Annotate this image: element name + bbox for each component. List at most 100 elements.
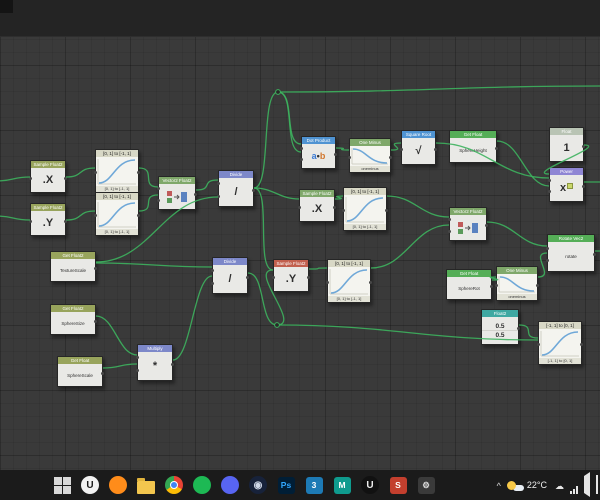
firefox-icon[interactable] <box>106 473 130 497</box>
onedrive-icon[interactable]: ☁ <box>555 476 564 494</box>
system-tray[interactable]: ^ 22°C ☁ <box>497 470 598 500</box>
unreal-icon[interactable]: U <box>358 473 382 497</box>
output-port[interactable] <box>434 148 437 151</box>
substance-painter-icon[interactable]: S <box>386 473 410 497</box>
node-remap-mid-bottom[interactable]: [0, 1] to [-1, 1] [0, 1] to [-1, 1] <box>326 259 372 303</box>
node-float2-half[interactable]: Float2 0.5 0.5 <box>481 309 520 345</box>
node-multiply[interactable]: Multiply * <box>136 344 174 381</box>
node-sphere-height[interactable]: Get Float SphereHeight <box>449 130 498 163</box>
node-power[interactable]: Power x <box>548 167 585 202</box>
settings-icon[interactable]: ⚙ <box>414 473 438 497</box>
network-icon[interactable] <box>570 486 578 494</box>
input-port[interactable] <box>300 147 303 150</box>
node-remap-mid-top[interactable]: [0, 1] to [-1, 1] [0, 1] to [-1, 1] <box>342 187 388 231</box>
windows-taskbar[interactable]: ^ 22°C ☁ U ◉ Ps 3 M U S ⚙ <box>0 470 600 500</box>
input-port[interactable] <box>548 190 551 193</box>
input-port[interactable] <box>495 284 498 287</box>
volume-icon[interactable] <box>584 472 590 497</box>
input-port[interactable] <box>217 182 220 185</box>
tray-icons[interactable]: ☁ <box>555 472 598 497</box>
output-port[interactable] <box>307 276 310 279</box>
input-port[interactable] <box>136 369 139 372</box>
output-port[interactable] <box>252 189 255 192</box>
output-port[interactable] <box>333 206 336 209</box>
node-sphere-size[interactable]: Get Float2 SphereSize <box>50 304 97 335</box>
input-port[interactable] <box>546 259 549 262</box>
input-port[interactable] <box>29 220 32 223</box>
output-port[interactable] <box>246 276 249 279</box>
maya-icon[interactable]: M <box>330 473 354 497</box>
node-float-one[interactable]: Float 1 <box>549 127 585 162</box>
node-one-minus-top[interactable]: One Minus oneminus <box>348 138 392 173</box>
input-port[interactable] <box>272 276 275 279</box>
input-port[interactable] <box>448 218 451 221</box>
input-port[interactable] <box>400 148 403 151</box>
input-port[interactable] <box>326 281 329 284</box>
node-rotate-vec2[interactable]: Rotate Vec2 rotate <box>546 234 596 272</box>
input-port[interactable] <box>546 247 549 250</box>
input-port[interactable] <box>342 209 345 212</box>
action-center-icon[interactable] <box>596 475 598 494</box>
node-sample-x-mid[interactable]: Sample Float2 .X <box>298 189 336 222</box>
app-menu-icon[interactable] <box>0 0 13 13</box>
output-port[interactable] <box>385 209 388 212</box>
node-remap-left-top[interactable]: [0, 1] to [-1, 1] [0, 1] to [-1, 1] <box>94 149 140 193</box>
output-port[interactable] <box>485 224 488 227</box>
output-port[interactable] <box>94 320 97 323</box>
input-port[interactable] <box>157 199 160 202</box>
node-remap-right[interactable]: [-1, 1] to [0, 1] [-1, 1] to [0, 1] <box>537 321 583 365</box>
node-remap-left-bottom[interactable]: [0, 1] to [-1, 1] [0, 1] to [-1, 1] <box>94 192 140 236</box>
node-append-right[interactable]: Vector2 Float2 <box>448 207 488 241</box>
spotify-icon[interactable] <box>190 473 214 497</box>
weather-widget[interactable]: 22°C <box>506 480 547 491</box>
input-port[interactable] <box>548 179 551 182</box>
node-sphere-rotation[interactable]: Get Float SphereRot <box>446 269 493 300</box>
input-port[interactable] <box>348 156 351 159</box>
input-port[interactable] <box>298 206 301 209</box>
output-port[interactable] <box>171 363 174 366</box>
output-port[interactable] <box>137 171 140 174</box>
node-divide-bottom[interactable]: Divide / <box>211 257 249 294</box>
input-port[interactable] <box>300 158 303 161</box>
input-port[interactable] <box>157 187 160 190</box>
output-port[interactable] <box>94 267 97 270</box>
output-port[interactable] <box>137 214 140 217</box>
output-port[interactable] <box>517 327 520 330</box>
photoshop-icon[interactable]: Ps <box>274 473 298 497</box>
output-port[interactable] <box>64 220 67 223</box>
chrome-icon[interactable] <box>162 473 186 497</box>
node-sample-x-left[interactable]: Sample Float2 .X <box>29 160 67 193</box>
input-port[interactable] <box>217 195 220 198</box>
input-port[interactable] <box>94 171 97 174</box>
output-port[interactable] <box>536 284 539 287</box>
file-explorer-icon[interactable] <box>134 473 158 497</box>
output-port[interactable] <box>495 147 498 150</box>
node-sample-y-mid[interactable]: Sample Float2 .Y <box>272 259 310 292</box>
output-port[interactable] <box>101 372 104 375</box>
input-port[interactable] <box>448 230 451 233</box>
output-port[interactable] <box>582 145 585 148</box>
output-port[interactable] <box>593 253 596 256</box>
output-port[interactable] <box>194 193 197 196</box>
unity-hub-icon[interactable]: U <box>78 473 102 497</box>
input-port[interactable] <box>211 269 214 272</box>
output-port[interactable] <box>64 177 67 180</box>
3ds-max-icon[interactable]: 3 <box>302 473 326 497</box>
input-port[interactable] <box>136 356 139 359</box>
output-port[interactable] <box>389 156 392 159</box>
steam-icon[interactable]: ◉ <box>246 473 270 497</box>
output-port[interactable] <box>582 185 585 188</box>
output-port[interactable] <box>580 343 583 346</box>
node-one-minus-bottom[interactable]: One Minus oneminus <box>495 266 539 301</box>
node-dot-product[interactable]: Dot Product a • b <box>300 136 337 169</box>
input-port[interactable] <box>29 177 32 180</box>
input-port[interactable] <box>211 282 214 285</box>
node-sample-y-left[interactable]: Sample Float2 .Y <box>29 203 67 236</box>
tray-expand-icon[interactable]: ^ <box>497 481 501 491</box>
input-port[interactable] <box>94 214 97 217</box>
start-button[interactable] <box>50 473 74 497</box>
output-port[interactable] <box>490 285 493 288</box>
output-port[interactable] <box>334 153 337 156</box>
discord-icon[interactable] <box>218 473 242 497</box>
node-append-left[interactable]: Vector2 Float2 <box>157 176 197 210</box>
